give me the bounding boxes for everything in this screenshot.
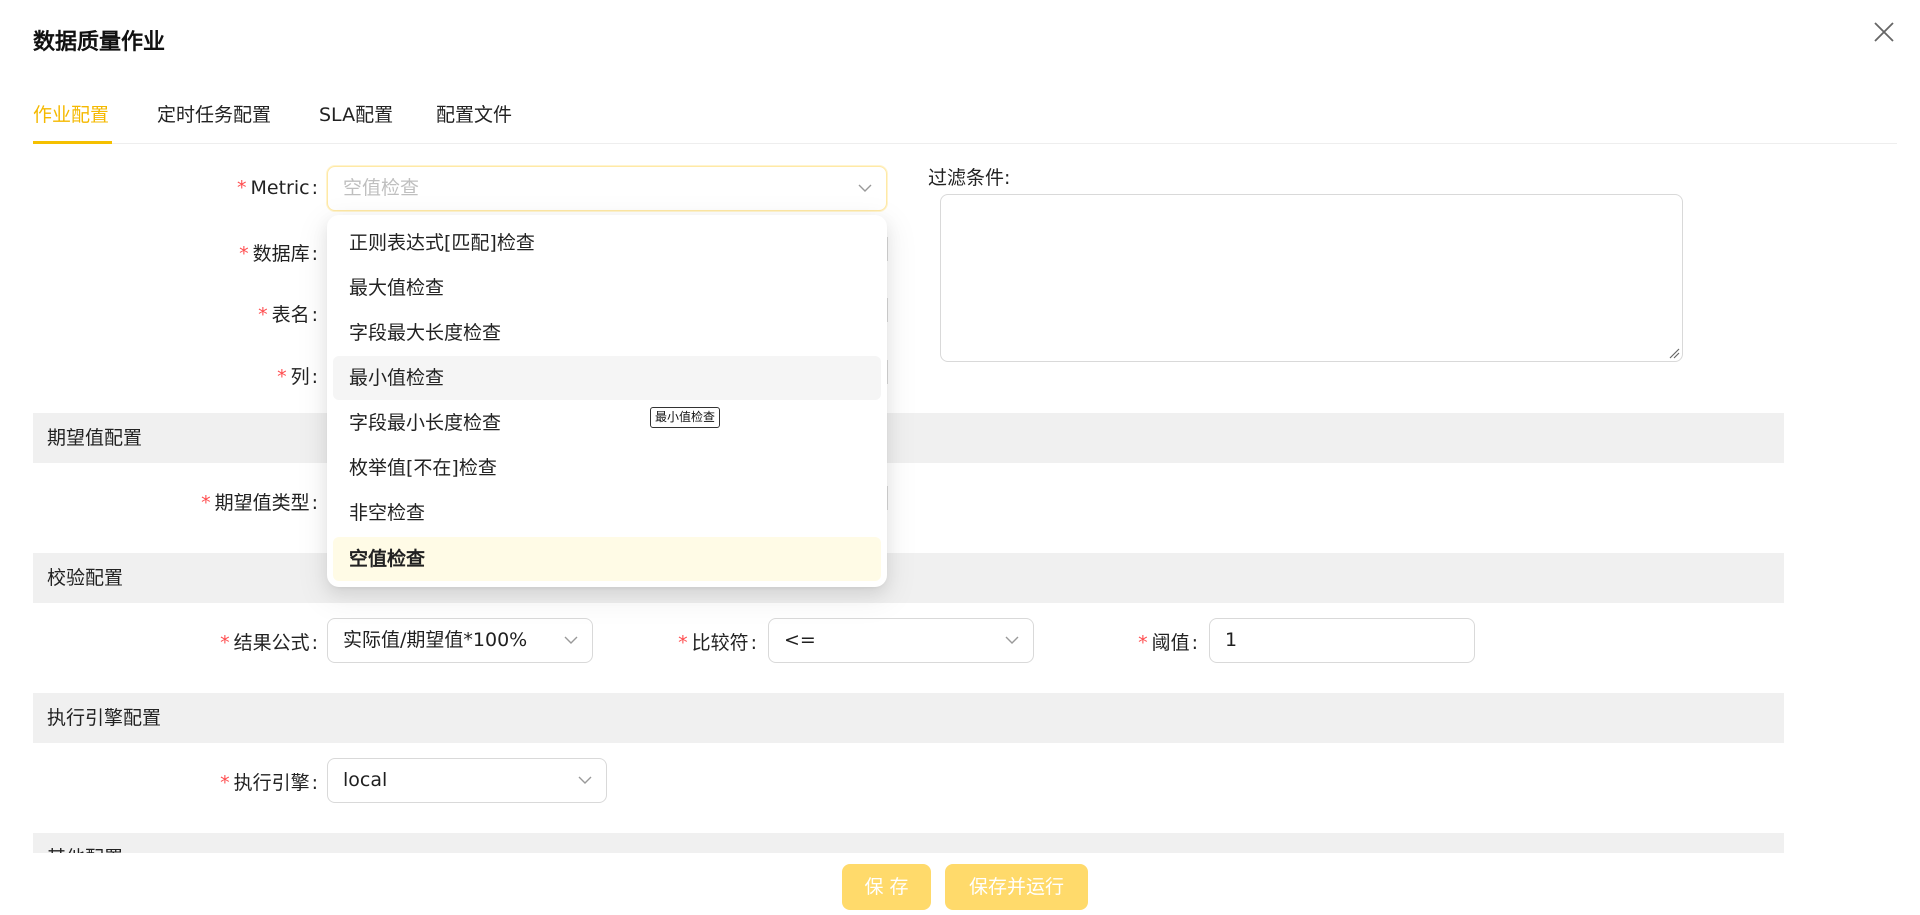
table-label: * 表名:	[258, 304, 318, 326]
section-other: 其他配置	[33, 833, 1784, 853]
filter-textarea[interactable]	[940, 194, 1683, 362]
save-and-run-button[interactable]: 保存并运行	[945, 864, 1088, 910]
option-max-value-check[interactable]: 最大值检查	[333, 266, 881, 310]
tab-bar: 作业配置 定时任务配置 SLA配置 配置文件	[33, 96, 1897, 144]
tab-job-config[interactable]: 作业配置	[33, 100, 109, 127]
metric-select[interactable]: 空值检查	[327, 166, 887, 211]
option-regex-match-check[interactable]: 正则表达式[匹配]检查	[333, 221, 881, 265]
tab-active-indicator	[33, 141, 112, 144]
metric-dropdown: 正则表达式[匹配]检查 最大值检查 字段最大长度检查 最小值检查 字段最小长度检…	[327, 215, 887, 587]
modal-title: 数据质量作业	[33, 30, 166, 55]
section-validation: 校验配置	[33, 553, 1784, 603]
comparator-select[interactable]: <=	[768, 618, 1034, 663]
threshold-input[interactable]: 1	[1209, 618, 1475, 663]
section-other-clip: 其他配置	[33, 833, 1784, 853]
engine-select[interactable]: local	[327, 758, 607, 803]
option-tooltip: 最小值检查	[650, 407, 721, 428]
chevron-down-icon	[1005, 636, 1019, 644]
option-null-value-check[interactable]: 空值检查	[333, 537, 881, 581]
option-enum-not-in-check[interactable]: 枚举值[不在]检查	[333, 446, 881, 490]
threshold-label: * 阈值:	[1138, 632, 1198, 654]
chevron-down-icon	[858, 184, 872, 192]
close-icon[interactable]	[1872, 20, 1896, 44]
resize-grip-icon[interactable]	[1668, 347, 1680, 359]
section-engine: 执行引擎配置	[33, 693, 1784, 743]
save-button[interactable]: 保 存	[842, 864, 931, 910]
option-max-length-check[interactable]: 字段最大长度检查	[333, 311, 881, 355]
formula-label: * 结果公式:	[220, 632, 318, 654]
tab-sla-config[interactable]: SLA配置	[319, 100, 393, 127]
metric-label: * Metric:	[237, 177, 318, 199]
section-expected: 期望值配置	[33, 413, 1784, 463]
option-min-length-check[interactable]: 字段最小长度检查	[333, 401, 881, 445]
comparator-label: * 比较符:	[678, 632, 757, 654]
chevron-down-icon	[564, 636, 578, 644]
dq-job-modal: 数据质量作业 作业配置 定时任务配置 SLA配置 配置文件 * Metric: 空…	[0, 0, 1920, 915]
engine-label: * 执行引擎:	[220, 772, 318, 794]
comparator-value: <=	[784, 629, 816, 651]
filter-label: 过滤条件:	[928, 167, 1011, 189]
expected-type-label: * 期望值类型:	[201, 492, 318, 514]
option-not-null-check[interactable]: 非空检查	[333, 491, 881, 535]
column-label: * 列:	[277, 366, 318, 388]
tab-schedule-config[interactable]: 定时任务配置	[157, 100, 271, 127]
formula-value: 实际值/期望值*100%	[343, 629, 528, 651]
metric-placeholder: 空值检查	[343, 177, 420, 199]
engine-value: local	[343, 769, 388, 791]
option-min-value-check[interactable]: 最小值检查	[333, 356, 881, 400]
chevron-down-icon	[578, 776, 592, 784]
database-label: * 数据库:	[239, 243, 318, 265]
formula-select[interactable]: 实际值/期望值*100%	[327, 618, 593, 663]
tab-config-file[interactable]: 配置文件	[436, 100, 512, 127]
